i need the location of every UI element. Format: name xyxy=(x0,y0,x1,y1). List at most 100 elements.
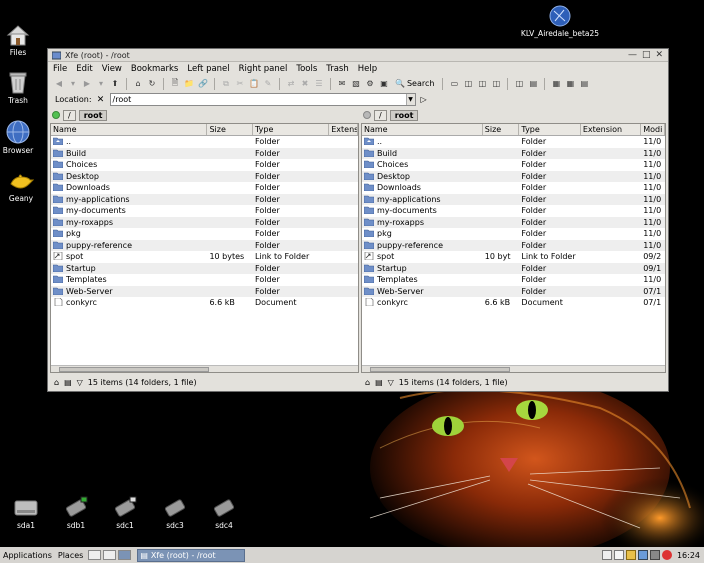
clear-location-icon[interactable]: ✕ xyxy=(95,95,107,105)
column-header-extension[interactable]: Extension xyxy=(581,124,642,135)
list-item[interactable]: Startup Folder 09/1 xyxy=(362,262,665,274)
refresh-icon[interactable]: ↻ xyxy=(146,78,158,90)
filter-icon[interactable]: ▽ xyxy=(388,378,394,387)
cut-icon[interactable]: ✂ xyxy=(234,78,246,90)
horizontal-scrollbar[interactable] xyxy=(51,365,358,372)
path-current-button[interactable]: root xyxy=(78,109,108,121)
list-item[interactable]: pkg Folder 11/0 xyxy=(362,228,665,240)
new-file-icon[interactable]: 🗎 xyxy=(169,78,181,90)
home-small-icon[interactable]: ⌂ xyxy=(365,378,370,387)
tray-network-icon[interactable] xyxy=(637,550,648,560)
menu-bookmarks[interactable]: Bookmarks xyxy=(131,64,179,74)
back-history-icon[interactable]: ▾ xyxy=(67,78,79,90)
menu-view[interactable]: View xyxy=(102,64,122,74)
menu-right-panel[interactable]: Right panel xyxy=(239,64,288,74)
drive-sdb1[interactable]: sdb1 xyxy=(56,495,96,530)
taskbar-task-xfe[interactable]: ▤ Xfe (root) - /root xyxy=(137,548,246,562)
column-header-name[interactable]: Name xyxy=(362,124,483,135)
list-item[interactable]: my-applications Folder xyxy=(51,193,358,205)
desktop-icon-geany[interactable]: Geany xyxy=(0,172,43,203)
left-panel[interactable]: / root Name Size Type Extensi .. Folder Bu… xyxy=(50,109,359,389)
list-item[interactable]: Templates Folder xyxy=(51,274,358,286)
search-button[interactable]: 🔍 Search xyxy=(392,79,437,88)
window-titlebar[interactable]: Xfe (root) - /root — □ ✕ xyxy=(48,49,668,62)
view-one-panel-icon[interactable]: ▭ xyxy=(448,78,460,90)
minimize-icon[interactable]: — xyxy=(628,50,637,60)
detailed-view-icon[interactable]: ▤ xyxy=(578,78,590,90)
delete-icon[interactable]: ✖ xyxy=(299,78,311,90)
list-item[interactable]: Web-Server Folder xyxy=(51,285,358,297)
close-icon[interactable]: ✕ xyxy=(655,50,663,60)
menu-file[interactable]: File xyxy=(53,64,67,74)
workspace-2[interactable] xyxy=(103,550,117,560)
list-item[interactable]: my-documents Folder xyxy=(51,205,358,217)
path-root-button[interactable]: / xyxy=(63,109,76,121)
settings-small-icon[interactable]: ▤ xyxy=(64,378,72,387)
places-menu[interactable]: Places xyxy=(55,551,86,560)
settings-small-icon[interactable]: ▤ xyxy=(375,378,383,387)
list-item[interactable]: conkyrc 6.6 kB Document 07/1 xyxy=(362,297,665,309)
tray-document-icon[interactable] xyxy=(613,550,624,560)
list-item[interactable]: Build Folder 11/0 xyxy=(362,147,665,159)
applications-menu[interactable]: Applications xyxy=(0,551,55,560)
right-panel[interactable]: / root Name Size Type Extension Modi .. F… xyxy=(361,109,666,389)
menu-help[interactable]: Help xyxy=(358,64,377,74)
horizontal-scrollbar[interactable] xyxy=(362,365,665,372)
desktop-icon-browser[interactable]: Browser xyxy=(0,120,40,155)
big-icons-view-icon[interactable]: ▦ xyxy=(550,78,562,90)
list-item[interactable]: puppy-reference Folder 11/0 xyxy=(362,239,665,251)
view-two-panels-icon[interactable]: ◫ xyxy=(476,78,488,90)
column-header-name[interactable]: Name xyxy=(51,124,208,135)
new-folder-icon[interactable]: 📁 xyxy=(183,78,195,90)
list-item[interactable]: spot 10 bytes Link to Folder xyxy=(51,251,358,263)
list-item[interactable]: Choices Folder 11/0 xyxy=(362,159,665,171)
tray-power-icon[interactable] xyxy=(661,550,672,560)
column-header-size[interactable]: Size xyxy=(483,124,520,135)
list-item[interactable]: spot 10 byt Link to Folder 09/2 xyxy=(362,251,665,263)
menu-trash[interactable]: Trash xyxy=(326,64,348,74)
drive-sdc4[interactable]: sdc4 xyxy=(204,497,244,530)
right-file-list[interactable]: Name Size Type Extension Modi .. Folder 11… xyxy=(361,123,666,373)
menu-edit[interactable]: Edit xyxy=(76,64,92,74)
workspace-1[interactable] xyxy=(88,550,102,560)
view-tree-panel-icon[interactable]: ◫ xyxy=(462,78,474,90)
menu-left-panel[interactable]: Left panel xyxy=(187,64,229,74)
tray-volume-icon[interactable] xyxy=(649,550,660,560)
home-dir-icon[interactable]: ⌂ xyxy=(132,78,144,90)
bookmark-icon[interactable]: ✉ xyxy=(336,78,348,90)
drive-sdc3[interactable]: sdc3 xyxy=(155,497,195,530)
list-item[interactable]: Web-Server Folder 07/1 xyxy=(362,285,665,297)
list-item[interactable]: pkg Folder xyxy=(51,228,358,240)
column-header-size[interactable]: Size xyxy=(207,124,253,135)
workspace-3[interactable] xyxy=(118,550,132,560)
list-item[interactable]: .. Folder xyxy=(51,136,358,148)
forward-icon[interactable]: ▶ xyxy=(81,78,93,90)
tray-notes-icon[interactable] xyxy=(601,550,612,560)
desktop-icon-trash[interactable]: Trash xyxy=(0,70,40,105)
filter-icon[interactable]: ▽ xyxy=(77,378,83,387)
drive-sdc1[interactable]: sdc1 xyxy=(105,495,145,530)
image-icon[interactable]: ▣ xyxy=(378,78,390,90)
terminal-icon[interactable]: ▧ xyxy=(350,78,362,90)
properties-icon[interactable]: ☰ xyxy=(313,78,325,90)
home-small-icon[interactable]: ⌂ xyxy=(54,378,59,387)
rename-icon[interactable]: ✎ xyxy=(262,78,274,90)
list-item[interactable]: Startup Folder xyxy=(51,262,358,274)
list-item[interactable]: conkyrc 6.6 kB Document xyxy=(51,297,358,309)
list-item[interactable]: my-applications Folder 11/0 xyxy=(362,193,665,205)
menu-tools[interactable]: Tools xyxy=(296,64,317,74)
list-item[interactable]: Choices Folder xyxy=(51,159,358,171)
new-link-icon[interactable]: 🔗 xyxy=(197,78,209,90)
list-item[interactable]: my-roxapps Folder xyxy=(51,216,358,228)
scrollbar-thumb[interactable] xyxy=(59,367,209,372)
list-item[interactable]: Desktop Folder xyxy=(51,170,358,182)
copy-icon[interactable]: ⧉ xyxy=(220,78,232,90)
list-item[interactable]: Downloads Folder 11/0 xyxy=(362,182,665,194)
sync-icon[interactable]: ⚙ xyxy=(364,78,376,90)
list-item[interactable]: puppy-reference Folder xyxy=(51,239,358,251)
path-current-button[interactable]: root xyxy=(389,109,419,121)
vertical-split-icon[interactable]: ◫ xyxy=(513,78,525,90)
column-header-type[interactable]: Type xyxy=(519,124,581,135)
maximize-icon[interactable]: □ xyxy=(642,50,651,60)
chevron-down-icon[interactable]: ▼ xyxy=(405,94,415,105)
